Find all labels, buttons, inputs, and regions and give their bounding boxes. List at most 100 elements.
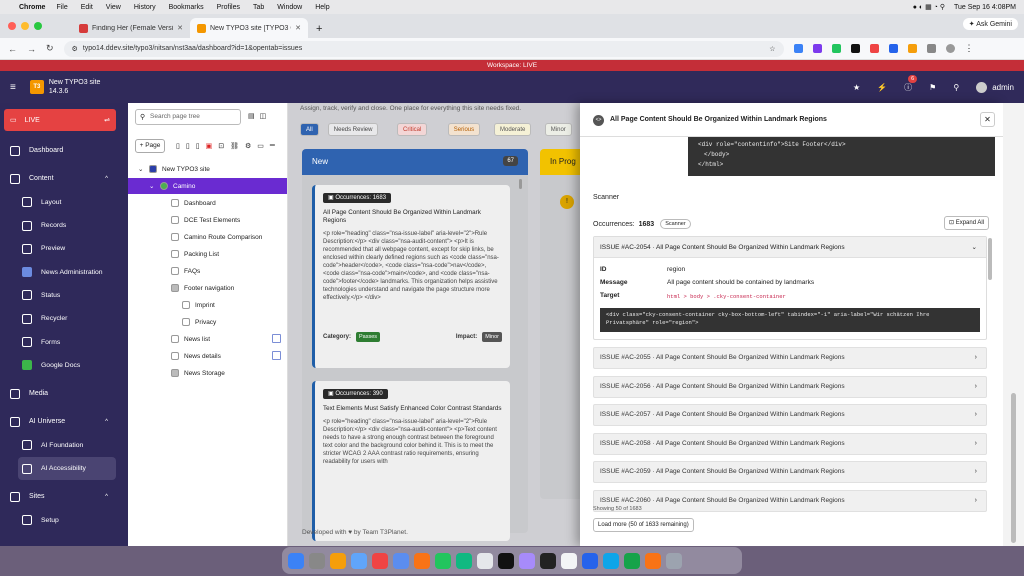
search-icon[interactable]: ⚲ — [953, 83, 959, 92]
dock-app-icon[interactable] — [603, 552, 619, 569]
issue-card[interactable]: ▣ Occurrences: 1683 All Page Content Sho… — [312, 185, 510, 368]
load-more-button[interactable]: Load more (50 of 1633 remaining) — [593, 518, 694, 532]
menu-file[interactable]: File — [56, 4, 67, 11]
menubar-status-icons[interactable]: ● ◐ ▦ ◔ ⚲ — [913, 3, 945, 11]
browser-tab-1[interactable]: Finding Her (Female Version) ✕ — [72, 18, 190, 38]
sidebar-item-dashboard[interactable]: Dashboard — [0, 139, 128, 162]
page-tree-node[interactable]: DCE Test Elements — [160, 212, 240, 228]
bookmark-icon[interactable]: ★ — [853, 83, 860, 92]
issue-row[interactable]: ISSUE #AC-2058 · All Page Content Should… — [593, 432, 987, 455]
expand-all-button[interactable]: ⊡ Expand All — [944, 216, 990, 230]
sidebar-item-layout[interactable]: Layout — [0, 191, 128, 214]
issue-row[interactable]: ISSUE #AC-2057 · All Page Content Should… — [593, 404, 987, 426]
extension-icon[interactable] — [850, 44, 860, 53]
panel-scrollbar[interactable] — [988, 238, 992, 280]
page-type-icon[interactable]: ▯ — [176, 142, 180, 150]
new-tab-icon[interactable]: + — [316, 23, 322, 35]
issue-card[interactable]: ▣ Occurrences: 390 Text Elements Must Sa… — [312, 381, 510, 541]
url-field[interactable]: ⚙ typo14.ddev.site/typo3/nitsan/nst3aa/d… — [63, 40, 784, 57]
sidebar-item-records[interactable]: Records — [0, 214, 128, 237]
close-tab-icon[interactable]: ✕ — [295, 24, 301, 32]
menu-window[interactable]: Window — [277, 4, 302, 11]
dock-app-icon[interactable] — [288, 552, 304, 569]
shortcut-icon[interactable]: ⚙ — [245, 142, 251, 150]
extension-icon[interactable] — [831, 44, 841, 53]
extensions-puzzle-icon[interactable] — [926, 44, 936, 53]
page-tree-node[interactable]: News details — [160, 348, 221, 364]
expand-toggle-icon[interactable]: ⌄ — [138, 165, 144, 173]
issue-expanded-header[interactable]: ISSUE #AC-2054 · All Page Content Should… — [594, 237, 986, 258]
menu-history[interactable]: History — [134, 4, 156, 11]
chrome-menu-icon[interactable]: ⋮ — [965, 43, 974, 54]
info-icon[interactable]: ⓘ 6 — [904, 74, 918, 93]
sidebar-item-ai-accessibility[interactable]: AI Accessibility — [18, 456, 116, 481]
zoom-window-icon[interactable] — [34, 22, 42, 30]
dock-app-icon[interactable] — [519, 552, 535, 569]
page-tree-search-input[interactable]: Search page tree — [135, 109, 241, 125]
sidebar-item-status[interactable]: Status — [0, 284, 128, 307]
sidebar-item-ai-foundation[interactable]: AI Foundation — [0, 434, 128, 457]
browser-tab-2[interactable]: New TYPO3 site [TYPO3 CMS] ✕ — [190, 18, 308, 38]
ask-gemini-button[interactable]: ✦ Ask Gemini — [962, 18, 1018, 30]
new-page-button[interactable]: + Page — [135, 139, 165, 153]
dock-app-icon[interactable] — [540, 552, 556, 569]
page-tree-node[interactable]: News list — [160, 331, 210, 347]
filter-moderate[interactable]: Moderate — [494, 123, 532, 136]
link-icon[interactable]: ⛓ — [230, 142, 239, 150]
sidebar-item-setup[interactable]: Setup — [0, 508, 128, 531]
page-tree-node[interactable]: FAQs — [160, 263, 200, 279]
filter-all[interactable]: All — [300, 123, 319, 136]
chevron-up-icon[interactable]: ^ — [105, 176, 108, 182]
sidebar-item-forms[interactable]: Forms — [0, 330, 128, 353]
page-scrollbar[interactable] — [1003, 103, 1024, 546]
issue-row[interactable]: ISSUE #AC-2060 · All Page Content Should… — [593, 489, 987, 512]
dock-app-icon[interactable] — [330, 552, 346, 569]
dock-app-icon[interactable] — [435, 552, 451, 569]
sidebar-item-sites[interactable]: Sites ^ — [0, 485, 128, 508]
page-type-icon[interactable]: ⊡ — [218, 142, 224, 150]
dock-app-icon[interactable] — [351, 552, 367, 569]
forward-icon[interactable]: → — [27, 44, 36, 54]
issue-row[interactable]: ISSUE #AC-2055 · All Page Content Should… — [593, 347, 987, 369]
menu-view[interactable]: View — [106, 4, 121, 11]
sidebar-item-news-administration[interactable]: News Administration — [0, 260, 128, 283]
page-tree-node[interactable]: Dashboard — [160, 195, 216, 211]
extension-icon[interactable] — [793, 44, 803, 53]
filter-icon[interactable]: ▤ — [248, 112, 255, 120]
sidebar-item-google-docs[interactable]: Google Docs — [0, 354, 128, 377]
page-tree-node[interactable]: Privacy — [171, 314, 216, 330]
filter-serious[interactable]: Serious — [447, 123, 481, 136]
dock-app-icon[interactable] — [477, 552, 493, 569]
issue-row[interactable]: ISSUE #AC-2059 · All Page Content Should… — [593, 461, 987, 483]
page-tree-node[interactable]: ⌄ Camino — [128, 178, 287, 194]
chevron-up-icon[interactable]: ^ — [105, 494, 108, 500]
page-tree-node[interactable]: Packing List — [160, 246, 219, 262]
extension-icon[interactable] — [888, 44, 898, 53]
minimize-window-icon[interactable] — [21, 22, 29, 30]
dock-app-icon[interactable] — [561, 552, 577, 569]
reload-icon[interactable]: ↻ — [46, 43, 54, 54]
page-tree-node[interactable]: Camino Route Comparison — [160, 229, 262, 245]
page-tree-node[interactable]: Footer navigation — [160, 280, 234, 296]
menu-edit[interactable]: Edit — [81, 4, 93, 11]
dock-app-icon[interactable] — [645, 552, 661, 569]
profile-avatar-icon[interactable] — [945, 44, 955, 53]
dock-app-icon[interactable] — [498, 552, 514, 569]
divider-icon[interactable]: ═ — [270, 142, 275, 150]
open-docs-icon[interactable]: ⚑ — [929, 83, 936, 92]
workspace-live-button[interactable]: ▭ LIVE ⇌ — [4, 109, 116, 131]
menu-bookmarks[interactable]: Bookmarks — [169, 4, 204, 11]
page-type-icon[interactable]: ▯ — [186, 142, 190, 150]
page-type-icon[interactable]: ▯ — [196, 142, 200, 150]
expand-toggle-icon[interactable]: ⌄ — [149, 182, 155, 190]
sidebar-item-preview[interactable]: Preview — [0, 237, 128, 260]
extension-icon[interactable] — [869, 44, 879, 53]
dock-app-icon[interactable] — [372, 552, 388, 569]
dock-app-icon[interactable] — [582, 552, 598, 569]
issue-row[interactable]: ISSUE #AC-2056 · All Page Content Should… — [593, 375, 987, 398]
page-scroll-thumb[interactable] — [1011, 393, 1016, 543]
menu-tab[interactable]: Tab — [253, 4, 264, 11]
menu-app[interactable]: Chrome — [19, 4, 45, 11]
dock-app-icon[interactable] — [666, 552, 682, 569]
menu-help[interactable]: Help — [315, 4, 329, 11]
